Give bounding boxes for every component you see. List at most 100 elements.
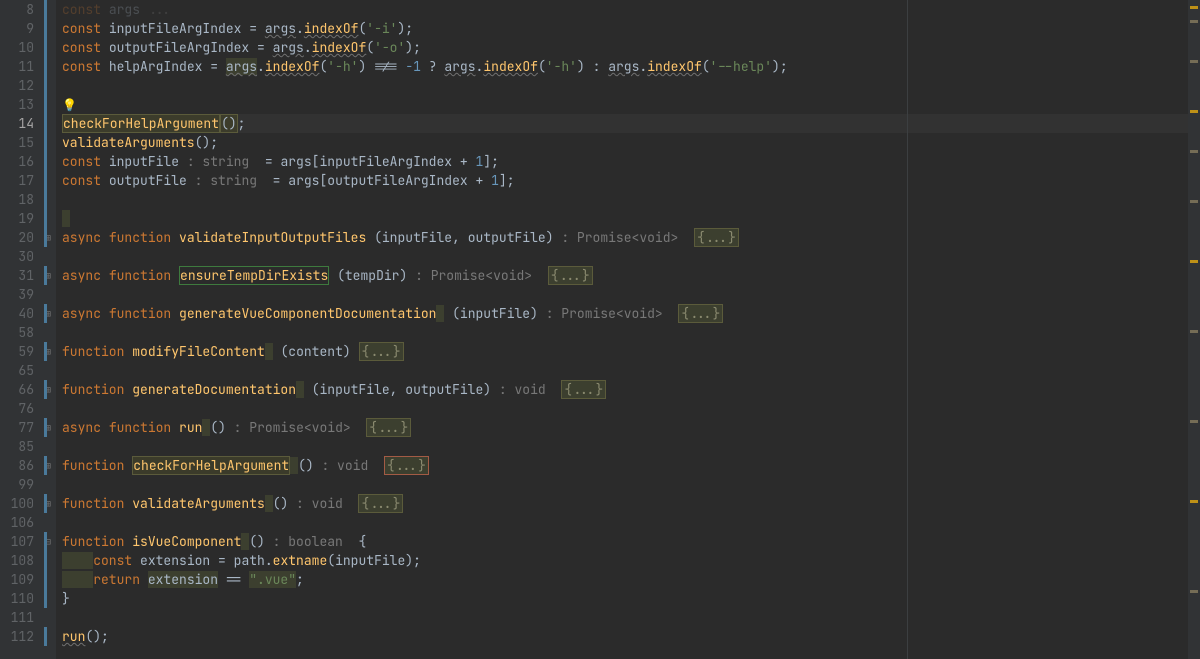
- stripe-marker[interactable]: [1190, 330, 1198, 333]
- vcs-change-marker[interactable]: [44, 95, 47, 114]
- line-number[interactable]: 16: [0, 152, 34, 171]
- stripe-marker[interactable]: [1190, 60, 1198, 63]
- stripe-marker[interactable]: [1190, 260, 1198, 263]
- vcs-change-marker[interactable]: [44, 456, 47, 475]
- vcs-change-marker[interactable]: [44, 57, 47, 76]
- line-number[interactable]: 111: [0, 608, 34, 627]
- line-number[interactable]: 108: [0, 551, 34, 570]
- stripe-marker[interactable]: [1190, 150, 1198, 153]
- code-line[interactable]: async function generateVueComponentDocum…: [62, 304, 1200, 323]
- vcs-change-marker[interactable]: [44, 570, 47, 589]
- line-number[interactable]: 86: [0, 456, 34, 475]
- line-number[interactable]: 65: [0, 361, 34, 380]
- code-line[interactable]: validateArguments();: [62, 133, 1200, 152]
- code-line[interactable]: [62, 475, 1200, 494]
- code-line[interactable]: function checkForHelpArgument () : void …: [62, 456, 1200, 475]
- stripe-marker[interactable]: [1190, 590, 1198, 593]
- line-number[interactable]: 30: [0, 247, 34, 266]
- line-number[interactable]: 66: [0, 380, 34, 399]
- code-line[interactable]: [62, 437, 1200, 456]
- vcs-change-marker[interactable]: [44, 589, 47, 608]
- stripe-marker[interactable]: [1190, 500, 1198, 503]
- line-number[interactable]: 14: [0, 114, 34, 133]
- code-line[interactable]: [62, 190, 1200, 209]
- line-number[interactable]: 31: [0, 266, 34, 285]
- line-number[interactable]: 40: [0, 304, 34, 323]
- line-number[interactable]: 10: [0, 38, 34, 57]
- vcs-change-marker[interactable]: [44, 114, 47, 133]
- vcs-change-marker[interactable]: [44, 304, 47, 323]
- code-line[interactable]: async function ensureTempDirExists (temp…: [62, 266, 1200, 285]
- code-line[interactable]: const outputFile : string = args[outputF…: [62, 171, 1200, 190]
- intention-bulb-icon[interactable]: 💡: [62, 97, 77, 113]
- line-number[interactable]: 12: [0, 76, 34, 95]
- code-line[interactable]: const helpArgIndex = args.indexOf('-h') …: [62, 57, 1200, 76]
- code-line[interactable]: run();: [62, 627, 1200, 646]
- line-number[interactable]: 8: [0, 0, 34, 19]
- vcs-change-marker[interactable]: [44, 494, 47, 513]
- line-number[interactable]: 85: [0, 437, 34, 456]
- stripe-marker[interactable]: [1190, 6, 1198, 9]
- vcs-change-marker[interactable]: [44, 76, 47, 95]
- line-number[interactable]: 9: [0, 19, 34, 38]
- code-line[interactable]: const inputFileArgIndex = args.indexOf('…: [62, 19, 1200, 38]
- code-line[interactable]: function modifyFileContent (content) {..…: [62, 342, 1200, 361]
- code-editor[interactable]: 8910111213141516171819203031394058596566…: [0, 0, 1200, 659]
- line-number[interactable]: 112: [0, 627, 34, 646]
- line-number[interactable]: 99: [0, 475, 34, 494]
- code-line[interactable]: const outputFileArgIndex = args.indexOf(…: [62, 38, 1200, 57]
- vcs-change-marker[interactable]: [44, 627, 47, 646]
- code-line[interactable]: [62, 608, 1200, 627]
- code-line[interactable]: [62, 513, 1200, 532]
- line-number[interactable]: 76: [0, 399, 34, 418]
- line-number[interactable]: 19: [0, 209, 34, 228]
- line-number[interactable]: 109: [0, 570, 34, 589]
- code-line[interactable]: return extension == ".vue";: [62, 570, 1200, 589]
- vcs-change-marker[interactable]: [44, 133, 47, 152]
- line-number[interactable]: 110: [0, 589, 34, 608]
- vcs-change-marker[interactable]: [44, 38, 47, 57]
- code-line[interactable]: [62, 285, 1200, 304]
- line-number[interactable]: 13: [0, 95, 34, 114]
- stripe-marker[interactable]: [1190, 420, 1198, 423]
- vcs-change-marker[interactable]: [44, 551, 47, 570]
- line-number[interactable]: 107: [0, 532, 34, 551]
- vcs-change-marker[interactable]: [44, 19, 47, 38]
- line-number[interactable]: 59: [0, 342, 34, 361]
- line-number[interactable]: 11: [0, 57, 34, 76]
- line-number[interactable]: 106: [0, 513, 34, 532]
- vcs-change-marker[interactable]: [44, 190, 47, 209]
- line-number[interactable]: 17: [0, 171, 34, 190]
- code-line[interactable]: const args ...: [62, 0, 1200, 19]
- vcs-change-marker[interactable]: [44, 266, 47, 285]
- code-line[interactable]: async function validateInputOutputFiles …: [62, 228, 1200, 247]
- stripe-marker[interactable]: [1190, 20, 1198, 23]
- code-line[interactable]: const extension = path.extname(inputFile…: [62, 551, 1200, 570]
- code-line[interactable]: [62, 361, 1200, 380]
- code-area[interactable]: const args ...const inputFileArgIndex = …: [56, 0, 1200, 659]
- code-line[interactable]: [62, 247, 1200, 266]
- vcs-change-marker[interactable]: [44, 171, 47, 190]
- code-line[interactable]: [62, 76, 1200, 95]
- vcs-change-marker[interactable]: [44, 418, 47, 437]
- vcs-change-marker[interactable]: [44, 0, 47, 19]
- error-stripe[interactable]: [1188, 0, 1200, 659]
- code-line[interactable]: 💡: [62, 95, 1200, 114]
- stripe-marker[interactable]: [1190, 200, 1198, 203]
- line-number[interactable]: 39: [0, 285, 34, 304]
- vcs-change-marker[interactable]: [44, 532, 47, 551]
- code-line[interactable]: function generateDocumentation (inputFil…: [62, 380, 1200, 399]
- code-line[interactable]: [62, 209, 1200, 228]
- line-number[interactable]: 18: [0, 190, 34, 209]
- code-line[interactable]: }: [62, 589, 1200, 608]
- line-number[interactable]: 77: [0, 418, 34, 437]
- code-line[interactable]: async function run () : Promise<void> {.…: [62, 418, 1200, 437]
- line-number[interactable]: 15: [0, 133, 34, 152]
- code-line[interactable]: const inputFile : string = args[inputFil…: [62, 152, 1200, 171]
- code-line[interactable]: [62, 323, 1200, 342]
- code-line[interactable]: function isVueComponent () : boolean {: [62, 532, 1200, 551]
- vcs-change-marker[interactable]: [44, 228, 47, 247]
- line-number[interactable]: 100: [0, 494, 34, 513]
- code-line[interactable]: [62, 399, 1200, 418]
- code-line[interactable]: function validateArguments () : void {..…: [62, 494, 1200, 513]
